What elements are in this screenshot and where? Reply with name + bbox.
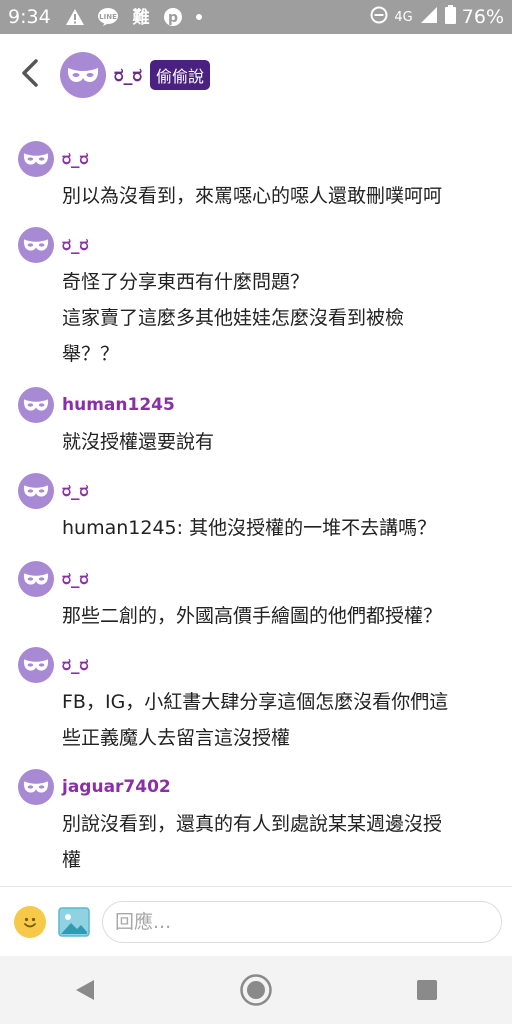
avatar[interactable] [18,141,54,177]
mask-icon [23,781,49,793]
image-button[interactable] [58,906,90,937]
comment-author[interactable]: ರ_ರ [62,149,89,169]
nav-recents-button[interactable] [397,960,457,1020]
warning-icon [65,8,85,26]
smiley-icon [24,917,36,927]
comment-item: ರ_ರ 那些二創的，外國高價手繪圖的他們都授權？ [0,560,512,634]
comment-text: 就沒授權還要說有 [62,431,215,453]
back-button[interactable] [0,34,60,116]
mask-icon [67,68,99,82]
mask-icon [23,399,49,411]
svg-text:LINE: LINE [99,13,117,21]
comment-item: human1245 就沒授權還要說有 [0,386,512,460]
comment-author[interactable]: ರ_ರ [62,655,89,675]
avatar[interactable] [18,769,54,805]
comment-author[interactable]: ರ_ರ [62,481,89,501]
comment-author[interactable]: human1245 [62,395,175,415]
comment-text: 別以為沒看到，來罵噁心的噁人還敢刪噗呵呵 [62,185,443,207]
line-icon: LINE [97,7,119,27]
triangle-back-icon [76,980,95,1000]
battery-icon [444,5,456,29]
mask-icon [23,659,49,671]
square-recents-icon [416,980,437,1000]
dnd-icon [370,6,388,29]
reply-bar [0,886,512,956]
battery-percent: 76% [461,6,504,28]
mask-icon [23,153,49,165]
comment-list: ರ_ರ 別以為沒看到，來罵噁心的噁人還敢刪噗呵呵 ರ_ರ 奇怪了分享東西有什麼問… [0,116,512,886]
circle-home-icon [240,974,272,1006]
translate-icon: 難 [131,7,151,27]
avatar[interactable] [18,561,54,597]
comment-text: FB，IG，小紅書大肆分享這個怎麼沒看你們這 些正義魔人去留言這沒授權 [62,691,449,749]
emoji-button[interactable] [14,905,46,938]
comment-text: human1245: 其他沒授權的一堆不去講嗎？ [62,517,437,539]
comment-text: 別說沒看到，還真的有人到處說某某週邊沒授 權 [62,813,443,871]
signal-icon [419,6,439,29]
comment-item: ರ_ರ 奇怪了分享東西有什麼問題？ 這家賣了這麼多其他娃娃怎麼沒看到被檢 舉？？ [0,226,512,372]
svg-text:難: 難 [132,7,149,27]
nav-back-button[interactable] [55,960,115,1020]
reply-input[interactable] [102,900,502,943]
dot-icon [195,13,203,21]
status-right: 4G 76% [370,5,504,29]
network-label: 4G [394,9,413,25]
nav-home-button[interactable] [226,960,286,1020]
comment-text: 奇怪了分享東西有什麼問題？ 這家賣了這麼多其他娃娃怎麼沒看到被檢 舉？？ [62,271,405,365]
comment-item: ರ_ರ FB，IG，小紅書大肆分享這個怎麼沒看你們這 些正義魔人去留言這沒授權 [0,646,512,756]
pinterest-icon: p [163,7,183,27]
mask-icon [23,485,49,497]
status-bar: 9:34 LINE 難 p 4G 76% [0,0,512,34]
avatar[interactable] [18,227,54,263]
avatar[interactable] [18,473,54,509]
avatar[interactable] [60,52,106,98]
image-icon [58,906,90,937]
comment-item: jaguar7402 別說沒看到，還真的有人到處說某某週邊沒授 權 [0,768,512,878]
comment-item: ರ_ರ human1245: 其他沒授權的一堆不去講嗎？ [0,472,512,546]
comment-text: 那些二創的，外國高價手繪圖的他們都授權？ [62,605,443,627]
comment-author[interactable]: ರ_ರ [62,235,89,255]
svg-text:p: p [168,10,178,26]
anonymous-badge: 偷偷說 [150,60,211,90]
navigation-bar [0,956,512,1024]
comment-item: ರ_ರ 別以為沒看到，來罵噁心的噁人還敢刪噗呵呵 [0,140,512,214]
header: ರ_ರ 偷偷說 [0,34,512,116]
avatar[interactable] [18,647,54,683]
chevron-left-icon [20,59,40,91]
avatar[interactable] [18,387,54,423]
mask-icon [23,239,49,251]
comment-author[interactable]: ರ_ರ [62,569,89,589]
mask-icon [23,573,49,585]
status-time: 9:34 [8,6,51,28]
header-user-name[interactable]: ರ_ರ [114,65,142,86]
comment-author[interactable]: jaguar7402 [62,777,171,797]
